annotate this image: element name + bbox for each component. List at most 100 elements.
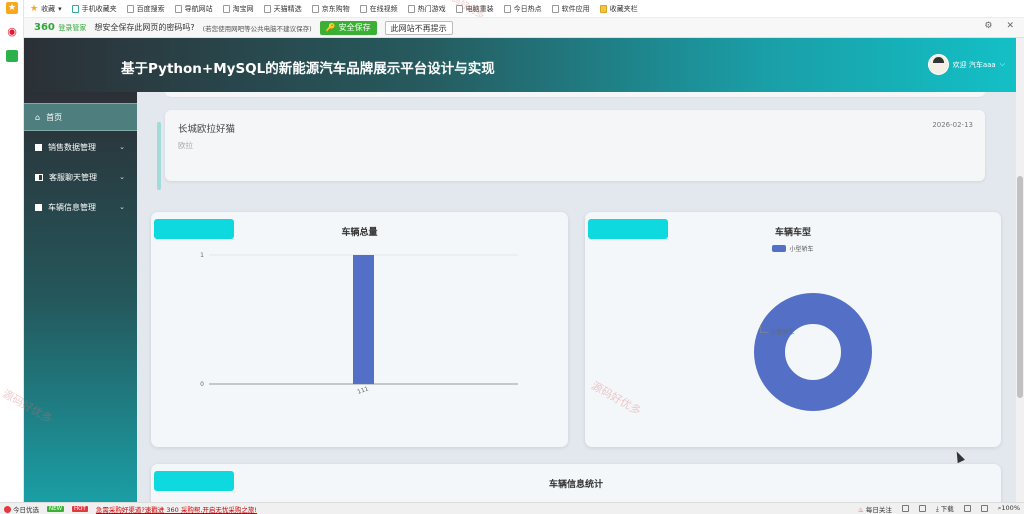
message-icon[interactable]: [6, 50, 18, 62]
y-tick-label: 1: [200, 252, 204, 259]
donut-chart: 小型轿车: [754, 293, 872, 411]
save-password-button[interactable]: 🔑 安全保存: [319, 20, 377, 35]
chevron-down-icon: ⌄: [119, 173, 125, 181]
bookmark-label: 收藏: [41, 4, 56, 13]
folder-icon: [599, 4, 607, 13]
app-header: 基于Python+MySQL的新能源汽车品牌展示平台设计与实现 欢迎 汽车aaa…: [24, 38, 1017, 92]
bookmark-label: 淘宝网: [232, 4, 254, 13]
bookmark-item[interactable]: 收藏夹栏: [599, 4, 638, 14]
bookmark-item[interactable]: ★ 收藏 ▾: [30, 4, 62, 14]
x-tick-label: 111: [356, 385, 369, 396]
chat-icon: [35, 173, 43, 181]
page-icon: [407, 4, 415, 13]
heart-icon: [4, 506, 11, 513]
close-icon[interactable]: ✕: [1006, 21, 1014, 31]
hot-badge: HOT: [72, 505, 88, 512]
book-icon: [35, 203, 42, 211]
vehicle-total-card: 车辆总量 0 1 111: [151, 212, 568, 447]
bookmark-label: 今日热点: [513, 4, 542, 13]
bookmark-label: 收藏夹栏: [609, 4, 638, 13]
promo-link[interactable]: 急需采购好渠道?速戳进 360 采购帮,开启无忧采购之旅!: [96, 504, 257, 514]
grid-icon: [35, 143, 42, 151]
password-save-bar: 360 登录管家 想安全保存此网页的密码吗? (若您使用网吧等公共电脑不建议保存…: [24, 18, 1024, 38]
user-menu[interactable]: 欢迎 汽车aaa ⌵: [927, 54, 1005, 75]
download-button[interactable]: ⤓ 下载: [936, 503, 954, 514]
avatar: [927, 54, 949, 75]
360-logo: 360 登录管家: [34, 22, 87, 33]
page-scrollbar[interactable]: [1016, 38, 1024, 502]
bookmark-item[interactable]: 百度搜索: [126, 4, 165, 14]
bookmark-item[interactable]: 在线视频: [359, 4, 398, 14]
favorites-star-icon[interactable]: ★: [6, 2, 18, 14]
sidebar-item-chat[interactable]: 客服聊天管理 ⌄: [24, 163, 137, 191]
bookmark-label: 电脑重装: [465, 4, 494, 13]
donut-slice: [754, 293, 872, 411]
speed-icon[interactable]: [918, 505, 926, 512]
home-icon: ⌂: [35, 112, 41, 122]
main-content: 长城欧拉好猫 欧拉 2026-02-13 车辆总量 0 1 111 车辆车型 小型轿…: [137, 92, 1016, 502]
settings-gear-icon[interactable]: ⚙: [984, 21, 992, 31]
bookmark-label: 在线视频: [369, 4, 398, 13]
page-icon: [263, 4, 271, 13]
sidebar: ⌂ 首页 销售数据管理 ⌄ 客服聊天管理 ⌄ 车辆信息管理 ⌄: [24, 92, 137, 502]
sidebar-item-home[interactable]: ⌂ 首页: [24, 103, 137, 131]
today-picks[interactable]: 今日优选: [4, 504, 39, 514]
phone-icon: [71, 4, 79, 13]
key-icon: 🔑: [325, 23, 336, 32]
sidebar-item-label: 销售数据管理: [48, 142, 96, 152]
scrollbar-thumb[interactable]: [1017, 176, 1023, 398]
password-hint: (若您使用网吧等公共电脑不建议保存): [202, 24, 312, 33]
bookmark-label: 热门游戏: [417, 4, 446, 13]
news-date: 2026-02-13: [932, 121, 973, 129]
tool-icon[interactable]: [963, 505, 971, 512]
sidebar-item-label: 首页: [46, 112, 63, 122]
browser-status-bar: 今日优选 NEW HOT 急需采购好渠道?速戳进 360 采购帮,开启无忧采购之…: [0, 502, 1024, 514]
bookmark-label: 京东购物: [321, 4, 350, 13]
download-icon: ⤓: [935, 505, 939, 513]
sidebar-item-sales[interactable]: 销售数据管理 ⌄: [24, 133, 137, 161]
news-accent-bar: [157, 122, 161, 190]
sound-icon[interactable]: [980, 505, 988, 512]
bookmark-item[interactable]: 电脑重装: [455, 4, 494, 14]
news-card[interactable]: 长城欧拉好猫 欧拉 2026-02-13: [165, 110, 985, 181]
page-icon: [222, 4, 230, 13]
page-icon: [126, 4, 134, 13]
slice-label: 小型轿车: [770, 328, 794, 336]
bar: [353, 255, 374, 384]
password-question: 想安全保存此网页的密码吗?: [94, 23, 195, 32]
bookmark-item[interactable]: 软件应用: [551, 4, 590, 14]
page-icon: [503, 4, 511, 13]
bookmark-label: 手机收藏夹: [81, 4, 117, 13]
page-icon: [551, 4, 559, 13]
bookmark-item[interactable]: 今日热点: [503, 4, 542, 14]
sidebar-item-vehicles[interactable]: 车辆信息管理 ⌄: [24, 193, 137, 221]
bookmark-item[interactable]: 热门游戏: [407, 4, 446, 14]
chevron-down-icon: ⌵: [999, 60, 1005, 68]
bookmark-label: 导航网站: [184, 4, 213, 13]
daily-follow[interactable]: ♨ 每日关注: [858, 504, 892, 514]
bookmark-item[interactable]: 京东购物: [311, 4, 350, 14]
never-prompt-button[interactable]: 此网站不再提示: [384, 20, 453, 35]
bookmark-label: 天猫精选: [273, 4, 302, 13]
star-icon: ★: [30, 3, 39, 14]
chevron-down-icon: ⌄: [119, 143, 125, 151]
zoom-level[interactable]: ⌕100%: [998, 504, 1020, 513]
chevron-down-icon: ▾: [58, 4, 62, 13]
news-title[interactable]: 长城欧拉好猫: [178, 121, 235, 135]
window-icon[interactable]: [901, 505, 909, 512]
weibo-icon[interactable]: ◉: [6, 26, 18, 38]
page-icon: [455, 4, 463, 13]
news-card-previous: [165, 92, 985, 98]
page-icon: [359, 4, 367, 13]
news-subtitle: 欧拉: [178, 141, 193, 150]
bookmark-label: 百度搜索: [136, 4, 165, 13]
chevron-down-icon: ⌄: [119, 203, 125, 211]
y-tick-label: 0: [200, 381, 204, 388]
sidebar-item-label: 客服聊天管理: [49, 172, 97, 182]
bookmark-item[interactable]: 天猫精选: [263, 4, 302, 14]
card-title: 车辆信息统计: [548, 480, 603, 490]
vehicle-stats-card: 车辆信息统计: [151, 464, 1001, 502]
bookmark-item[interactable]: 淘宝网: [222, 4, 254, 14]
bookmark-item[interactable]: 手机收藏夹: [71, 4, 117, 14]
bookmark-item[interactable]: 导航网站: [174, 4, 213, 14]
